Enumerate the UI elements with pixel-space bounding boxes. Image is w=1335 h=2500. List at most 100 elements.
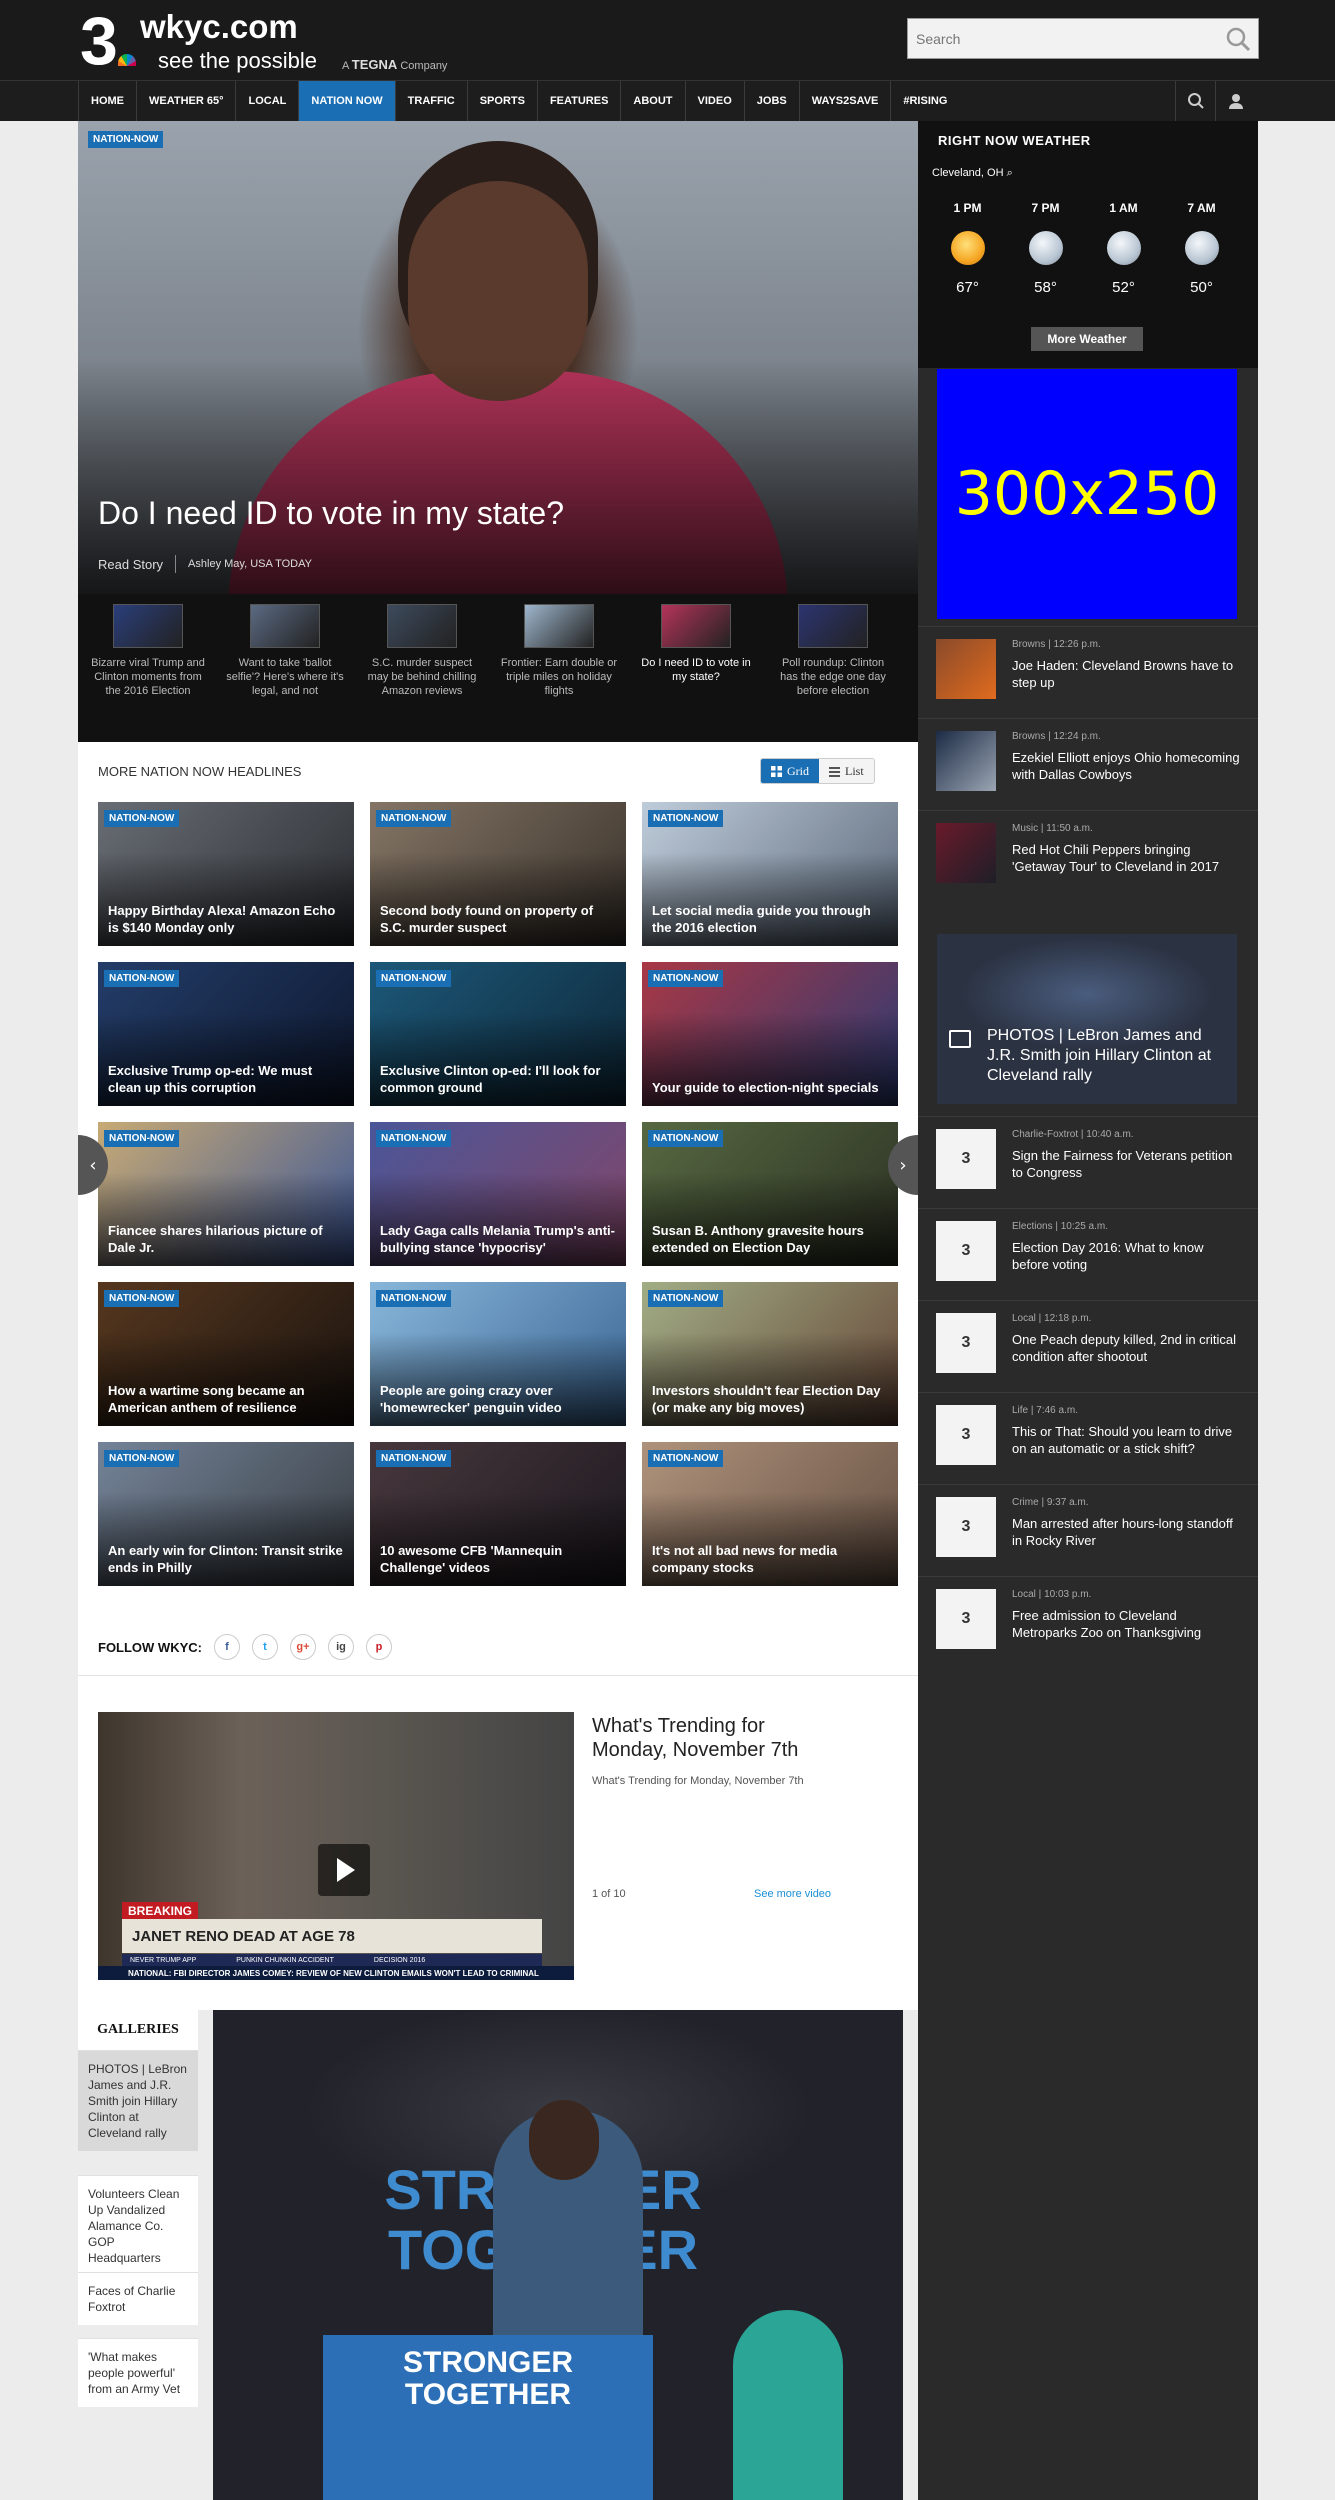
card-section-tag[interactable]: NATION-NOW [648, 1130, 724, 1147]
card-headline[interactable]: Exclusive Trump op-ed: We must clean up … [108, 1062, 346, 1096]
card-headline[interactable]: Second body found on property of S.C. mu… [380, 902, 618, 936]
card-headline[interactable]: Investors shouldn't fear Election Day (o… [652, 1382, 890, 1416]
nav-search-button[interactable] [1175, 81, 1215, 121]
card-headline[interactable]: Susan B. Anthony gravesite hours extende… [652, 1222, 890, 1256]
play-icon[interactable] [318, 1844, 370, 1896]
card-headline[interactable]: Lady Gaga calls Melania Trump's anti-bul… [380, 1222, 618, 1256]
nav-item[interactable]: WAYS2SAVE [798, 81, 891, 121]
search-icon[interactable]: ⌕ [1007, 167, 1013, 179]
rail-story[interactable]: 3 Charlie-Foxtrot | 10:40 a.m. Sign the Fa… [918, 1116, 1258, 1208]
read-story-link[interactable]: Read Story [98, 557, 163, 572]
card-section-tag[interactable]: NATION-NOW [104, 970, 180, 987]
card-headline[interactable]: Happy Birthday Alexa! Amazon Echo is $14… [108, 902, 346, 936]
story-headline[interactable]: Free admission to Cleveland Metroparks Z… [1012, 1607, 1242, 1641]
more-weather-button[interactable]: More Weather [1031, 327, 1143, 351]
nav-user-button[interactable] [1215, 81, 1255, 121]
card-headline[interactable]: It's not all bad news for media company … [652, 1542, 890, 1576]
headline-card[interactable]: NATION-NOW It's not all bad news for medi… [642, 1442, 898, 1586]
facebook-icon[interactable]: f [213, 1634, 240, 1660]
headline-card[interactable]: NATION-NOW 10 awesome CFB 'Mannequin Chal… [370, 1442, 626, 1586]
card-section-tag[interactable]: NATION-NOW [648, 1450, 724, 1467]
gallery-list-item[interactable]: Faces of Charlie Foxtrot [78, 2272, 198, 2325]
nav-item[interactable]: SPORTS [466, 81, 537, 121]
rail-photo-feature[interactable]: PHOTOS | LeBron James and J.R. Smith joi… [937, 934, 1237, 1104]
card-headline[interactable]: Your guide to election-night specials [652, 1079, 890, 1096]
strip-story[interactable]: Poll roundup: Clinton has the edge one d… [773, 604, 893, 698]
rail-story[interactable]: Browns | 12:26 p.m. Joe Haden: Cleveland … [918, 626, 1258, 718]
story-headline[interactable]: One Peach deputy killed, 2nd in critical… [1012, 1331, 1242, 1365]
headline-card[interactable]: NATION-NOW How a wartime song became an A… [98, 1282, 354, 1426]
card-section-tag[interactable]: NATION-NOW [376, 970, 452, 987]
story-headline[interactable]: Man arrested after hours-long standoff i… [1012, 1515, 1242, 1549]
nav-item[interactable]: LOCAL [235, 81, 298, 121]
card-section-tag[interactable]: NATION-NOW [104, 810, 180, 827]
card-headline[interactable]: People are going crazy over 'homewrecker… [380, 1382, 618, 1416]
card-section-tag[interactable]: NATION-NOW [104, 1450, 180, 1467]
card-headline[interactable]: Exclusive Clinton op-ed: I'll look for c… [380, 1062, 618, 1096]
headline-card[interactable]: NATION-NOW Let social media guide you thr… [642, 802, 898, 946]
nav-item[interactable]: JOBS [743, 81, 799, 121]
story-headline[interactable]: Ezekiel Elliott enjoys Ohio homecoming w… [1012, 749, 1242, 783]
gallery-image[interactable]: STRONGER TOGETHER STRONGER TOGETHER [213, 2010, 903, 2500]
strip-story[interactable]: Want to take 'ballot selfie'? Here's whe… [225, 604, 345, 698]
strip-story[interactable]: S.C. murder suspect may be behind chilli… [362, 604, 482, 698]
wkyc-logo[interactable]: 3 wkyc.com see the possible A TEGNA Comp… [80, 3, 480, 79]
strip-story[interactable]: Bizarre viral Trump and Clinton moments … [88, 604, 208, 698]
google-plus-icon[interactable]: g+ [289, 1634, 316, 1660]
nav-item[interactable]: NATION NOW [298, 81, 395, 121]
nav-item[interactable]: HOME [78, 81, 136, 121]
headline-card[interactable]: NATION-NOW Your guide to election-night s… [642, 962, 898, 1106]
rail-story[interactable]: 3 Elections | 10:25 a.m. Election Day 2016… [918, 1208, 1258, 1300]
hero-title[interactable]: Do I need ID to vote in my state? [98, 495, 564, 532]
rail-story[interactable]: 3 Crime | 9:37 a.m. Man arrested after hou… [918, 1484, 1258, 1576]
card-section-tag[interactable]: NATION-NOW [648, 970, 724, 987]
search-input[interactable] [908, 19, 1208, 58]
strip-story[interactable]: Frontier: Earn double or triple miles on… [499, 604, 619, 698]
story-headline[interactable]: Sign the Fairness for Veterans petition … [1012, 1147, 1242, 1181]
strip-story[interactable]: Do I need ID to vote in my state? [636, 604, 756, 684]
headline-card[interactable]: NATION-NOW Exclusive Trump op-ed: We must… [98, 962, 354, 1106]
card-section-tag[interactable]: NATION-NOW [376, 1290, 452, 1307]
video-title[interactable]: What's Trending for Monday, November 7th [592, 1714, 832, 1762]
card-section-tag[interactable]: NATION-NOW [376, 1130, 452, 1147]
twitter-icon[interactable]: t [251, 1634, 278, 1660]
rail-story[interactable]: Music | 11:50 a.m. Red Hot Chili Peppers … [918, 810, 1258, 902]
nav-item[interactable]: TRAFFIC [394, 81, 467, 121]
story-headline[interactable]: Red Hot Chili Peppers bringing 'Getaway … [1012, 841, 1242, 875]
headline-card[interactable]: NATION-NOW Happy Birthday Alexa! Amazon E… [98, 802, 354, 946]
headline-card[interactable]: NATION-NOW Susan B. Anthony gravesite hou… [642, 1122, 898, 1266]
headline-card[interactable]: NATION-NOW Exclusive Clinton op-ed: I'll … [370, 962, 626, 1106]
card-headline[interactable]: How a wartime song became an American an… [108, 1382, 346, 1416]
hero-story[interactable]: NATION-NOW Do I need ID to vote in my st… [78, 121, 918, 594]
card-section-tag[interactable]: NATION-NOW [648, 1290, 724, 1307]
card-headline[interactable]: 10 awesome CFB 'Mannequin Challenge' vid… [380, 1542, 618, 1576]
rail-photo-headline[interactable]: PHOTOS | LeBron James and J.R. Smith joi… [987, 1026, 1227, 1086]
card-section-tag[interactable]: NATION-NOW [648, 810, 724, 827]
video-player[interactable]: BREAKING JANET RENO DEAD AT AGE 78 NEVER… [98, 1712, 574, 1980]
card-section-tag[interactable]: NATION-NOW [376, 1450, 452, 1467]
search-icon[interactable] [1224, 25, 1252, 53]
headline-card[interactable]: NATION-NOW Fiancee shares hilarious pictu… [98, 1122, 354, 1266]
ad-slot[interactable]: 300x250 [937, 369, 1237, 619]
gallery-list-item[interactable]: 'What makes people powerful' from an Arm… [78, 2338, 198, 2407]
card-headline[interactable]: Let social media guide you through the 2… [652, 902, 890, 936]
headline-card[interactable]: NATION-NOW Second body found on property … [370, 802, 626, 946]
see-more-video-link[interactable]: See more video [754, 1888, 831, 1900]
rail-story[interactable]: Browns | 12:24 p.m. Ezekiel Elliott enjoy… [918, 718, 1258, 810]
card-section-tag[interactable]: NATION-NOW [376, 810, 452, 827]
nav-item[interactable]: ABOUT [620, 81, 684, 121]
headline-card[interactable]: NATION-NOW Lady Gaga calls Melania Trump'… [370, 1122, 626, 1266]
headline-card[interactable]: NATION-NOW An early win for Clinton: Tran… [98, 1442, 354, 1586]
gallery-list-item[interactable]: PHOTOS | LeBron James and J.R. Smith joi… [78, 2050, 198, 2151]
headline-card[interactable]: NATION-NOW People are going crazy over 'h… [370, 1282, 626, 1426]
card-headline[interactable]: Fiancee shares hilarious picture of Dale… [108, 1222, 346, 1256]
instagram-icon[interactable]: ig [327, 1634, 354, 1660]
list-view-button[interactable]: List [819, 759, 874, 783]
pinterest-icon[interactable]: p [365, 1634, 392, 1660]
story-headline[interactable]: Joe Haden: Cleveland Browns have to step… [1012, 657, 1242, 691]
card-section-tag[interactable]: NATION-NOW [104, 1130, 180, 1147]
rail-story[interactable]: 3 Life | 7:46 a.m. This or That: Should yo… [918, 1392, 1258, 1484]
rail-story[interactable]: 3 Local | 12:18 p.m. One Peach deputy kill… [918, 1300, 1258, 1392]
story-headline[interactable]: This or That: Should you learn to drive … [1012, 1423, 1242, 1457]
headline-card[interactable]: NATION-NOW Investors shouldn't fear Elect… [642, 1282, 898, 1426]
